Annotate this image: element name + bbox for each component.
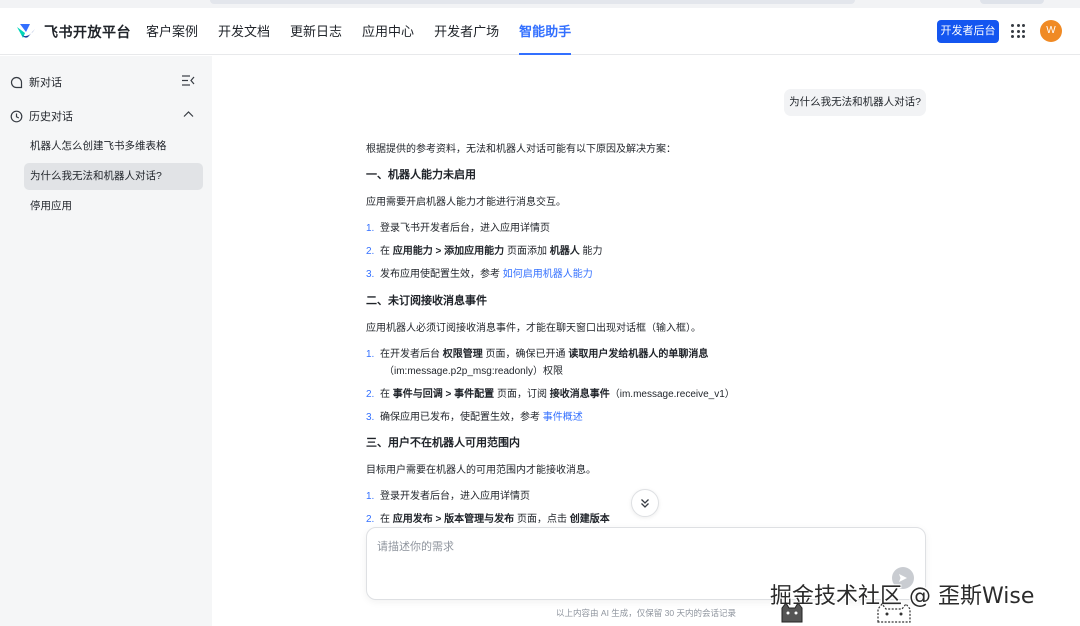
user-message-bubble: 为什么我无法和机器人对话? [784,89,926,116]
section-description: 目标用户需要在机器人的可用范围内才能接收消息。 [366,465,596,476]
message-input[interactable] [377,538,877,578]
section-heading: 一、机器人能力未启用 [366,169,476,181]
feishu-logo-icon [17,24,35,38]
section-heading: 三、用户不在机器人可用范围内 [366,437,520,449]
history-item-active[interactable]: 为什么我无法和机器人对话? [24,163,203,190]
nav-changelog[interactable]: 更新日志 [290,8,342,55]
collapse-sidebar-icon[interactable] [182,75,195,86]
top-navigation: 飞书开放平台 客户案例 开发文档 更新日志 应用中心 开发者广场 智能助手 开发… [0,8,1080,55]
user-avatar[interactable]: W [1040,20,1062,42]
answer-intro: 根据提供的参考资料，无法和机器人对话可能有以下原因及解决方案： [366,144,676,155]
chat-area: 为什么我无法和机器人对话? 根据提供的参考资料，无法和机器人对话可能有以下原因及… [212,56,1080,626]
history-item[interactable]: 停用应用 [24,193,203,220]
history-section-header[interactable]: 历史对话 [10,108,73,124]
scroll-to-bottom-button[interactable] [631,489,659,517]
nav-customer-cases[interactable]: 客户案例 [146,8,198,55]
list-item: 1. 登录飞书开发者后台，进入应用详情页 [366,223,550,234]
list-item: 1. 在开发者后台 权限管理 页面，确保已开通 读取用户发给机器人的单聊消息 [366,349,709,360]
logo[interactable]: 飞书开放平台 [16,22,131,42]
list-item: 3. 确保应用已发布，使配置生效，参考 事件概述 [366,412,583,423]
history-label: 历史对话 [29,111,73,123]
chevron-up-icon[interactable] [183,110,194,118]
search-bar-edge [210,0,855,4]
list-item: 1. 登录开发者后台，进入应用详情页 [366,491,530,502]
new-chat-button[interactable]: 新对话 [10,74,62,90]
section-heading: 二、未订阅接收消息事件 [366,295,487,307]
list-item: 3. 发布应用使配置生效，参考 如何启用机器人能力 [366,269,593,280]
logo-text: 飞书开放平台 [44,24,131,40]
apps-grid-icon[interactable] [1011,24,1025,38]
list-item: 2. 在 应用能力 > 添加应用能力 页面添加 机器人 能力 [366,246,603,257]
developer-console-button[interactable]: 开发者后台 [937,20,999,43]
nav-dev-square[interactable]: 开发者广场 [434,8,499,55]
double-chevron-down-icon [641,499,649,508]
top-pill [980,0,1044,4]
nav-dev-docs[interactable]: 开发文档 [218,8,270,55]
nav-ai-assistant[interactable]: 智能助手 [519,8,572,55]
cat-sticker-icon [877,603,911,623]
sidebar: 新对话 历史对话 机器人怎么创建飞书多维表格 为什么我无法和机器人对话? 停用应… [0,56,212,626]
main-nav: 客户案例 开发文档 更新日志 应用中心 开发者广场 智能助手 [146,8,572,55]
browser-top-strip [0,0,1080,8]
list-item-continuation: （im:message.p2p_msg:readonly）权限 [384,366,563,377]
new-chat-label: 新对话 [29,77,62,89]
clock-icon [10,110,23,122]
chat-bubble-icon [10,76,23,88]
list-item: 2. 在 事件与回调 > 事件配置 页面，订阅 接收消息事件（im.message… [366,389,735,400]
section-description: 应用机器人必须订阅接收消息事件，才能在聊天窗口出现对话框（输入框）。 [366,323,701,334]
history-item[interactable]: 机器人怎么创建飞书多维表格 [24,133,203,160]
cat-sticker-icon [781,602,803,623]
link-event-overview[interactable]: 事件概述 [543,412,583,423]
section-description: 应用需要开启机器人能力才能进行消息交互。 [366,197,566,208]
nav-app-center[interactable]: 应用中心 [362,8,414,55]
list-item: 2. 在 应用发布 > 版本管理与发布 页面，点击 创建版本 [366,514,610,525]
link-enable-bot[interactable]: 如何启用机器人能力 [503,269,593,280]
